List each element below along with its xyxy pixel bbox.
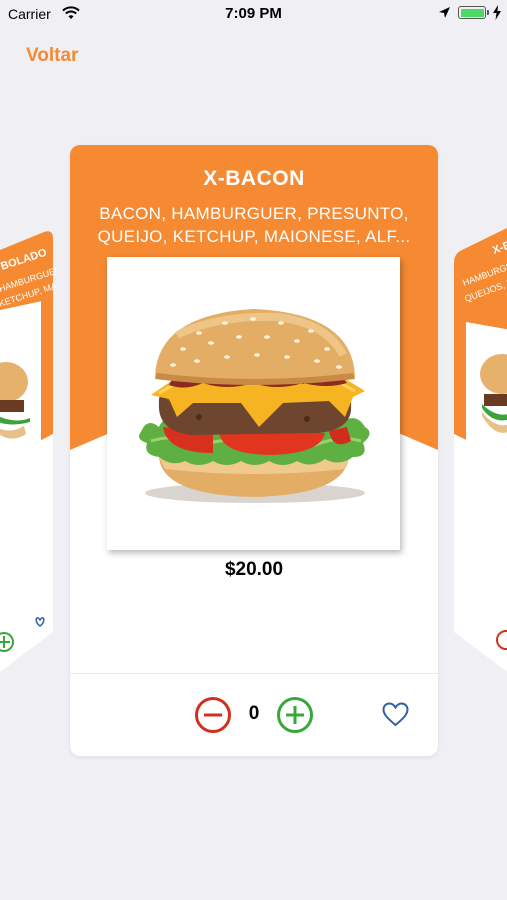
heart-outline-icon [382, 702, 409, 727]
charging-bolt-icon [493, 5, 501, 20]
quantity-value: 0 [248, 703, 260, 724]
carousel-card-previous[interactable]: BOLADO HAMBURGUER, KETCHUP, MAI... [0, 222, 56, 682]
burger-image [139, 309, 370, 503]
product-price: $20.00 [224, 559, 284, 580]
product-image [107, 257, 400, 550]
divider [70, 673, 438, 674]
battery-cap [487, 10, 489, 15]
product-card: X-BACON BACON, HAMBURGUER, PRESUNTO, QUE… [70, 145, 438, 756]
battery-icon [458, 6, 486, 19]
product-description-line2: QUEIJO, KETCHUP, MAIONESE, ALF... [97, 227, 411, 246]
increase-quantity-button[interactable] [276, 696, 314, 734]
decrease-quantity-button[interactable] [194, 696, 232, 734]
favorite-button[interactable] [382, 702, 409, 727]
location-arrow-icon [439, 7, 450, 18]
product-name: X-BACON [203, 167, 305, 190]
product-description-line1: BACON, HAMBURGUER, PRESUNTO, [99, 204, 409, 223]
carousel-card-next[interactable]: X-B HAMBURGUER, QUEIJOS, KETCH [454, 222, 507, 682]
back-button[interactable]: Voltar [26, 45, 78, 67]
clock: 7:09 PM [225, 5, 282, 22]
product-description: BACON, HAMBURGUER, PRESUNTO, QUEIJO, KET… [88, 202, 420, 248]
status-bar: Carrier 7:09 PM [0, 0, 507, 28]
